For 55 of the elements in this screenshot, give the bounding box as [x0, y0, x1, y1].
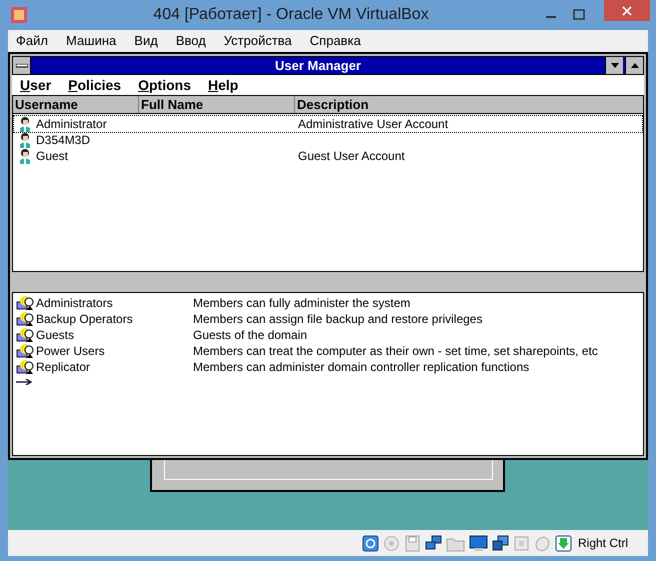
group-name[interactable]: Backup Operators — [36, 310, 193, 328]
user-icon — [17, 132, 33, 148]
group-name[interactable]: Power Users — [36, 342, 193, 360]
description-text: Members can treat the computer as their own - set time, set sharepoints, etc — [193, 343, 598, 360]
maximize-icon[interactable] — [572, 8, 586, 22]
app-icon — [10, 6, 28, 24]
menu-item[interactable]: Справка — [310, 31, 361, 51]
group-name[interactable]: Replicator — [36, 358, 193, 376]
monitor-icon[interactable] — [468, 534, 488, 552]
menu-item[interactable]: Ввод — [176, 31, 206, 51]
group-name[interactable]: Administrators — [36, 294, 193, 312]
menu-item[interactable]: Вид — [134, 31, 158, 51]
username-text: D354M3D — [36, 132, 92, 149]
menu-item[interactable]: Устройства — [224, 31, 292, 51]
group-icon — [16, 327, 34, 343]
group-icon — [16, 295, 34, 311]
group-icon — [16, 311, 34, 327]
maximize-button[interactable] — [625, 57, 643, 74]
description-text: Administrative User Account — [298, 116, 448, 133]
up-arrow-icon — [630, 63, 638, 68]
menu-item[interactable]: Help — [208, 74, 238, 96]
description-text: Members can fully administer the system — [193, 295, 410, 312]
column-header[interactable]: Username — [13, 96, 139, 113]
close-icon — [622, 6, 632, 16]
host-key-label: Right Ctrl — [578, 535, 628, 552]
username-text: Administrator — [36, 116, 108, 133]
down-arrow-icon — [610, 63, 618, 68]
description-text: Members can administer domain controller replication functions — [193, 359, 530, 376]
group-icon — [16, 343, 34, 359]
down-arrow-icon[interactable] — [554, 534, 572, 552]
minimize-button[interactable] — [605, 57, 623, 74]
menu-item[interactable]: User — [20, 74, 52, 96]
dash-icon — [16, 64, 28, 68]
close-button[interactable] — [604, 0, 650, 21]
menu-item[interactable]: Файл — [16, 31, 48, 51]
group-name[interactable]: Guests — [36, 326, 193, 344]
username-text: Guest — [36, 148, 70, 165]
user-row[interactable]: Administrator Administrative User Account — [14, 116, 642, 132]
description-text: Members can assign file backup and restore privileges — [193, 311, 482, 328]
menu-item[interactable]: Options — [138, 74, 191, 96]
network-icon[interactable] — [424, 534, 442, 552]
description-text: Guest User Account — [298, 148, 405, 165]
menu-item[interactable]: Машина — [66, 31, 116, 51]
column-header[interactable]: Full Name — [139, 96, 295, 113]
column-header[interactable]: Description — [295, 96, 643, 113]
user-row[interactable]: D354M3D — [14, 132, 642, 148]
windows-icon[interactable] — [492, 534, 509, 552]
description-text: Guests of the domain — [193, 327, 308, 344]
menu-item[interactable]: Policies — [68, 74, 122, 96]
group-icon — [16, 359, 34, 375]
user-row[interactable]: Guest Guest User Account — [14, 148, 642, 164]
window-title: User Manager — [274, 57, 362, 74]
system-menu-button[interactable] — [13, 57, 31, 74]
window-title: 404 [Работает] - Oracle VM VirtualBox — [153, 5, 429, 25]
user-icon — [17, 148, 33, 164]
